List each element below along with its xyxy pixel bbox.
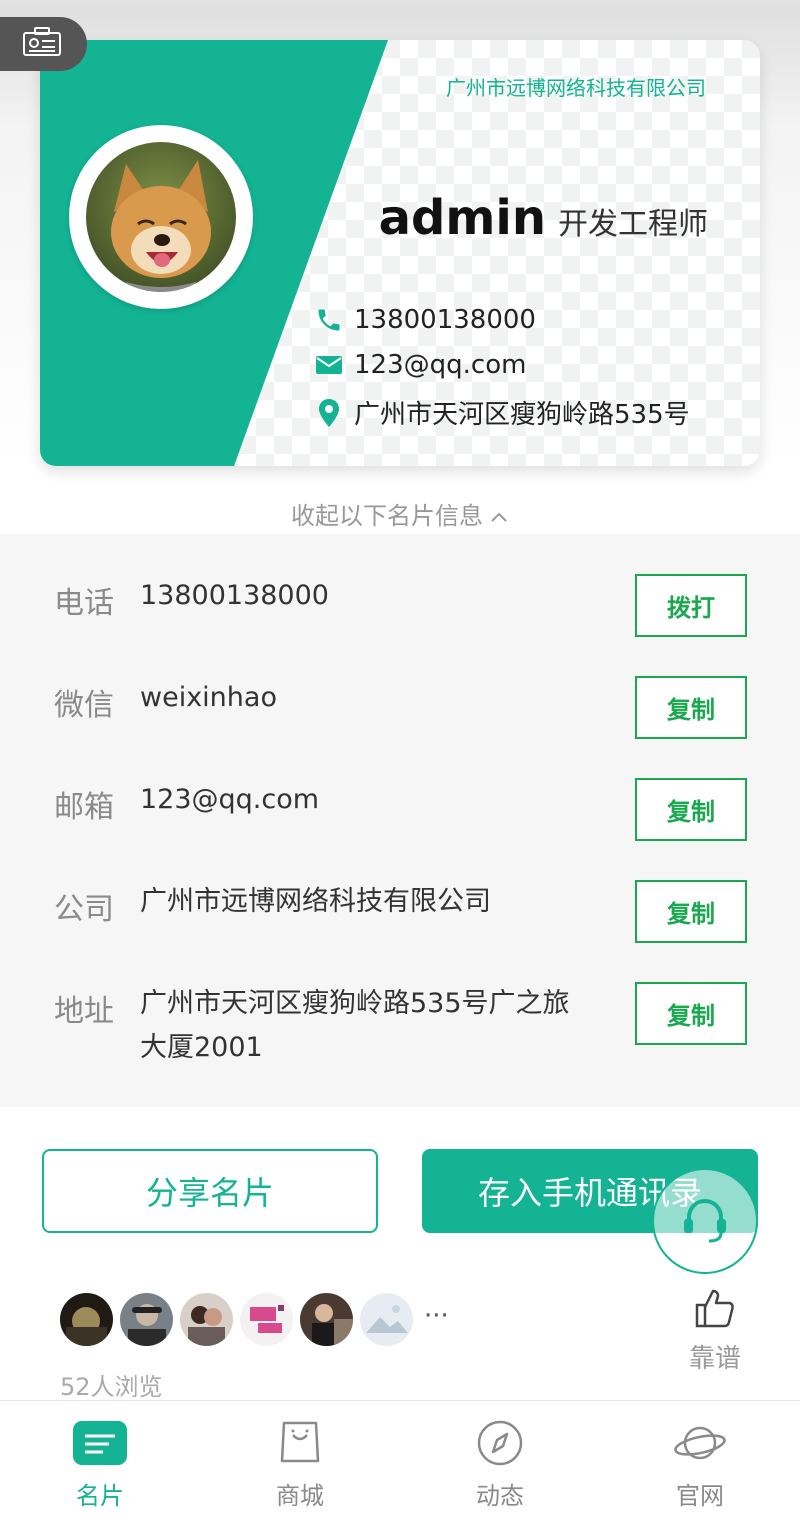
avatar-photo [86, 142, 236, 292]
viewer-avatar [120, 1293, 173, 1346]
dial-button[interactable]: 拨打 [635, 574, 747, 637]
info-label: 公司 [54, 892, 114, 927]
avatar[interactable] [69, 125, 253, 309]
card-address-line[interactable]: 广州市天河区瘦狗岭路535号 [314, 394, 690, 431]
viewer-avatar [180, 1293, 233, 1346]
copy-company-button[interactable]: 复制 [635, 880, 747, 943]
tab-website[interactable]: 官网 [600, 1401, 800, 1520]
info-label: 微信 [54, 688, 114, 723]
info-value: weixinhao [140, 682, 277, 713]
mail-icon [314, 350, 344, 380]
copy-address-button[interactable]: 复制 [635, 982, 747, 1045]
collapse-label: 收起以下名片信息 [291, 502, 483, 530]
id-card-icon [22, 26, 62, 62]
card-address: 广州市天河区瘦狗岭路535号 [354, 400, 690, 430]
info-label: 电话 [54, 586, 114, 621]
copy-email-button[interactable]: 复制 [635, 778, 747, 841]
bottom-tab-bar: 名片 商城 动态 官网 [0, 1400, 800, 1520]
customer-service-button[interactable] [652, 1168, 758, 1274]
tab-label: 官网 [676, 1482, 724, 1510]
thumbs-up-icon [693, 1289, 737, 1334]
planet-icon [673, 1418, 727, 1468]
shopping-bag-icon [273, 1418, 327, 1468]
viewer-avatar [300, 1293, 353, 1346]
card-job-title: 开发工程师 [558, 207, 708, 242]
location-pin-icon [314, 398, 344, 428]
chevron-up-icon [489, 502, 509, 530]
info-value: 13800138000 [140, 580, 329, 611]
tab-card[interactable]: 名片 [0, 1401, 200, 1520]
share-card-button[interactable]: 分享名片 [42, 1149, 378, 1233]
viewer-avatar [60, 1293, 113, 1346]
tab-moments[interactable]: 动态 [400, 1401, 600, 1520]
business-card: 广州市远博网络科技有限公司 admin 开发工程师 13800138000 12… [40, 40, 760, 466]
tab-label: 动态 [476, 1482, 524, 1510]
info-value: 广州市天河区瘦狗岭路535号广之旅大厦2001 [140, 988, 570, 1063]
info-label: 地址 [54, 994, 114, 1029]
info-panel: 电话 13800138000 拨打 微信 weixinhao 复制 邮箱 123… [0, 534, 800, 1107]
info-label: 邮箱 [54, 790, 114, 825]
headset-icon [675, 1189, 735, 1253]
tab-label: 名片 [76, 1482, 124, 1510]
tab-shop[interactable]: 商城 [200, 1401, 400, 1520]
more-viewers-indicator: ··· [424, 1300, 449, 1331]
viewer-avatars[interactable]: ··· [60, 1293, 449, 1346]
viewer-avatar [360, 1293, 413, 1346]
view-count: 52人浏览 [60, 1373, 163, 1401]
like-label: 靠谱 [688, 1344, 741, 1374]
like-button[interactable]: 靠谱 [680, 1286, 750, 1375]
viewer-avatar [240, 1293, 293, 1346]
info-value: 123@qq.com [140, 784, 320, 815]
card-company: 广州市远博网络科技有限公司 [446, 76, 706, 100]
card-email-line[interactable]: 123@qq.com [314, 350, 526, 380]
compass-icon [473, 1418, 527, 1468]
card-icon [73, 1418, 127, 1468]
card-name: admin [378, 190, 546, 246]
card-switch-button[interactable] [0, 17, 87, 71]
info-value: 广州市远博网络科技有限公司 [140, 886, 491, 917]
card-phone: 13800138000 [354, 305, 536, 335]
card-phone-line[interactable]: 13800138000 [314, 305, 536, 335]
card-email: 123@qq.com [354, 350, 527, 380]
tab-label: 商城 [276, 1482, 324, 1510]
phone-icon [314, 305, 344, 335]
card-name-block: admin 开发工程师 [379, 190, 708, 246]
copy-wechat-button[interactable]: 复制 [635, 676, 747, 739]
collapse-info-toggle[interactable]: 收起以下名片信息 [0, 496, 800, 531]
